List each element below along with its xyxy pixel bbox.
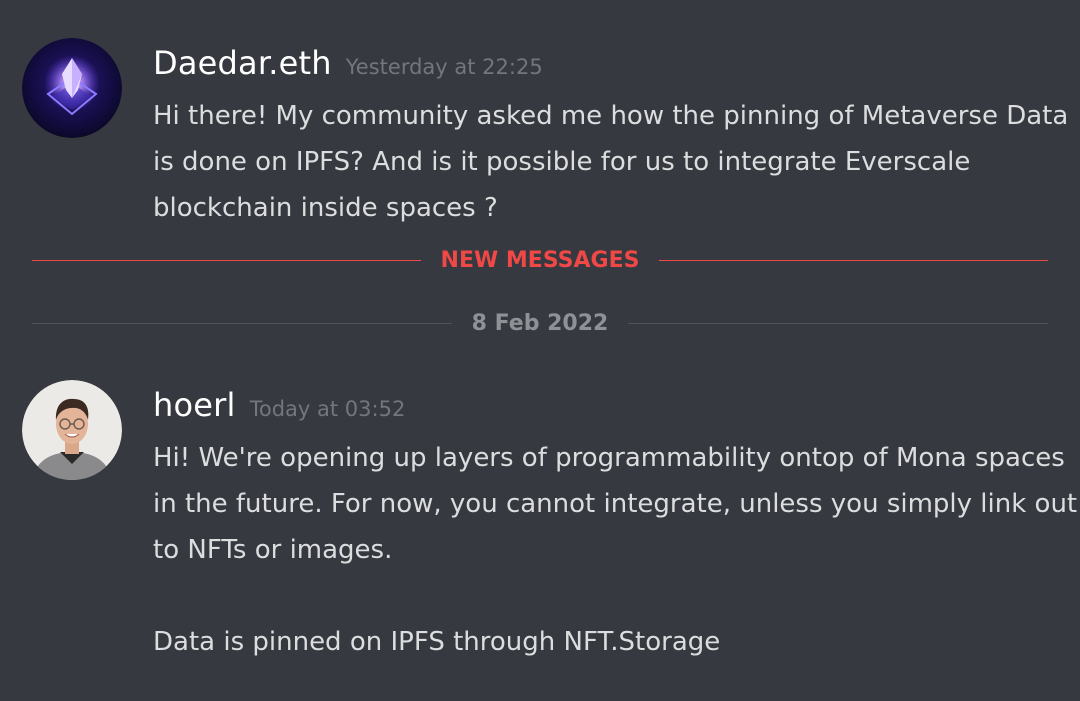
username[interactable]: Daedar.eth — [153, 44, 332, 82]
new-messages-divider: NEW MESSAGES — [32, 245, 1049, 275]
divider-line-left — [32, 322, 452, 324]
avatar-hoerl[interactable] — [22, 380, 122, 480]
divider-line-right — [659, 259, 1049, 261]
username[interactable]: hoerl — [153, 386, 236, 424]
message-text: Hi there! My community asked me how the … — [153, 101, 1069, 223]
date-divider: 8 Feb 2022 — [32, 308, 1049, 338]
divider-line-left — [32, 259, 421, 261]
crystal-icon — [22, 38, 122, 138]
message-content: Hi! We're opening up layers of programma… — [153, 435, 1078, 665]
message-header: Daedar.eth Yesterday at 22:25 — [153, 44, 543, 82]
message-header: hoerl Today at 03:52 — [153, 386, 405, 424]
message-text: Data is pinned on IPFS through NFT.Stora… — [153, 627, 721, 657]
divider-line-right — [628, 322, 1049, 324]
new-messages-label: NEW MESSAGES — [440, 247, 640, 273]
timestamp: Yesterday at 22:25 — [345, 55, 543, 79]
timestamp: Today at 03:52 — [249, 397, 406, 421]
message-content: Hi there! My community asked me how the … — [153, 93, 1078, 231]
message-text: Hi! We're opening up layers of programma… — [153, 443, 1078, 565]
date-label: 8 Feb 2022 — [471, 310, 609, 336]
avatar-daedar[interactable] — [22, 38, 122, 138]
user-photo-icon — [22, 380, 122, 480]
